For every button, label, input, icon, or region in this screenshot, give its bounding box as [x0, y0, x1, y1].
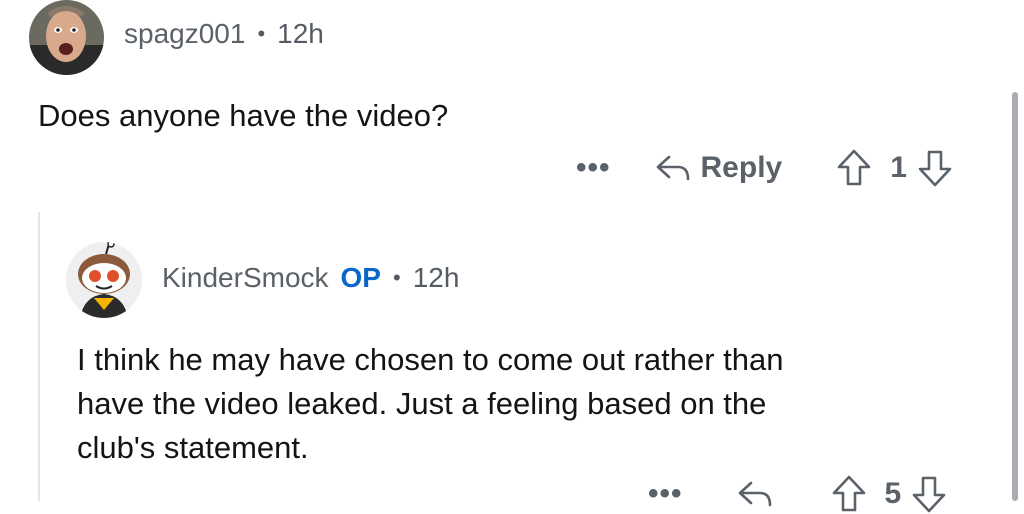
comment-meta: spagz001 • 12h [124, 18, 324, 50]
reply-body-line: I think he may have chosen to come out r… [77, 342, 784, 377]
reply-arrow-icon[interactable] [737, 479, 773, 509]
vote-count: 1 [890, 151, 907, 184]
reply-actions: ••• 5 [648, 474, 947, 514]
reply-arrow-icon [656, 155, 689, 181]
reply-avatar[interactable] [66, 242, 142, 318]
scrollbar[interactable] [1012, 92, 1018, 501]
avatar[interactable] [29, 0, 104, 75]
meta-separator: • [257, 21, 266, 46]
downvote-arrow-icon[interactable] [917, 148, 953, 188]
vote-count: 5 [884, 477, 902, 510]
meta-separator: • [392, 265, 401, 290]
op-badge: OP [340, 262, 381, 293]
more-dots-icon[interactable]: ••• [648, 477, 683, 511]
downvote-arrow-icon[interactable] [911, 474, 947, 514]
comment-actions: ••• Reply 1 [576, 148, 953, 188]
reply-meta: KinderSmock OP • 12h [162, 262, 459, 294]
reply-body-line: club's statement. [77, 430, 309, 465]
comment-body: Does anyone have the video? [38, 98, 449, 133]
user-avatar-photo [29, 0, 104, 75]
upvote-arrow-icon[interactable] [836, 148, 872, 188]
reply-label: Reply [700, 151, 783, 184]
reply-button[interactable]: Reply [655, 151, 783, 185]
more-dots-icon[interactable]: ••• [576, 151, 611, 185]
upvote-arrow-icon[interactable] [831, 474, 867, 514]
reply-body: I think he may have chosen to come out r… [77, 338, 784, 470]
reply-username[interactable]: KinderSmock [162, 262, 329, 294]
reply-time: 12h [412, 262, 460, 293]
comment-username[interactable]: spagz001 [124, 18, 245, 50]
snoo-avatar-icon [66, 242, 142, 318]
thread-line[interactable] [38, 212, 40, 501]
reply-body-line: have the video leaked. Just a feeling ba… [77, 386, 767, 421]
vote-group: 1 [836, 148, 953, 188]
comment-time: 12h [277, 18, 324, 49]
